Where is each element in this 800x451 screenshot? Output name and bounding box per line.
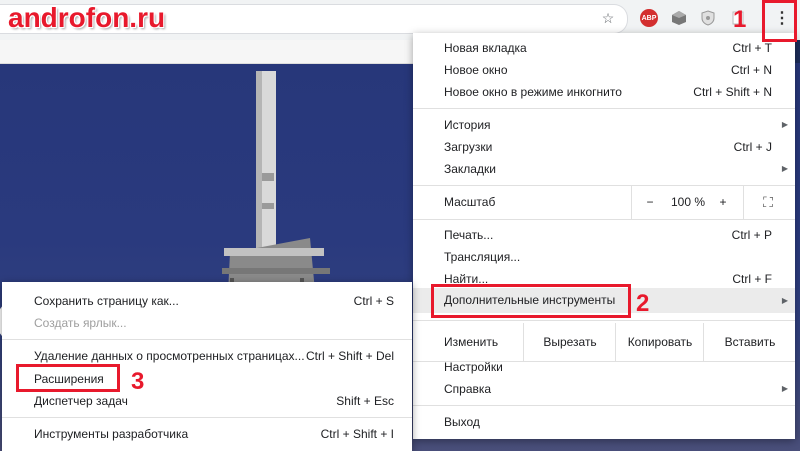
menu-item-history[interactable]: История ▶ — [413, 114, 795, 136]
menu-separator — [2, 417, 412, 418]
submenu-item-label: Диспетчер задач — [34, 394, 128, 408]
menu-item-label: Печать... — [444, 228, 494, 242]
submenu-item-label: Создать ярлык... — [34, 316, 127, 330]
submenu-arrow-icon: ▶ — [781, 296, 788, 305]
submenu-item-shortcut: Ctrl + S — [353, 294, 394, 308]
adblock-label: ABP — [641, 14, 657, 22]
zoom-divider — [743, 185, 744, 219]
submenu-arrow-icon: ▶ — [781, 164, 788, 173]
menu-item-cast[interactable]: Трансляция... — [413, 246, 795, 268]
menu-separator — [413, 320, 795, 321]
submenu-item-shortcut: Ctrl + Shift + Del — [305, 349, 394, 363]
menu-item-label: Настройки — [444, 360, 503, 374]
menu-item-shortcut: Ctrl + Shift + N — [693, 85, 772, 99]
submenu-item-label: Сохранить страницу как... — [34, 294, 179, 308]
annotation-number-2: 2 — [636, 290, 650, 317]
menu-separator — [2, 339, 412, 340]
submenu-item-shortcut: Shift + Esc — [336, 394, 394, 408]
menu-item-settings[interactable]: Настройки — [413, 356, 795, 378]
menu-item-shortcut: Ctrl + P — [731, 228, 772, 242]
zoom-in-button[interactable]: + — [713, 191, 733, 213]
menu-item-new-tab[interactable]: Новая вкладка Ctrl + T — [413, 37, 795, 59]
menu-item-shortcut: Ctrl + F — [732, 272, 772, 286]
menu-item-label: Трансляция... — [444, 250, 521, 264]
menu-item-print[interactable]: Печать... Ctrl + P — [413, 224, 795, 246]
fullscreen-icon[interactable]: ⛶ — [753, 191, 783, 213]
submenu-arrow-icon: ▶ — [781, 384, 788, 393]
menu-item-exit[interactable]: Выход — [413, 411, 795, 433]
menu-separator — [413, 219, 795, 220]
star-icon[interactable]: ☆ — [600, 10, 616, 26]
menu-item-label: История — [444, 118, 491, 132]
menu-item-bookmarks[interactable]: Закладки ▶ — [413, 158, 795, 180]
submenu-item-save-page[interactable]: Сохранить страницу как... Ctrl + S — [2, 290, 412, 312]
menu-item-label: Новое окно в режиме инкогнито — [444, 85, 622, 99]
menu-item-label: Новое окно — [444, 63, 508, 77]
annotation-box-extensions — [16, 364, 120, 392]
submenu-item-dev-tools[interactable]: Инструменты разработчика Ctrl + Shift + … — [2, 423, 412, 445]
shield-icon[interactable] — [700, 10, 716, 26]
submenu-arrow-icon: ▶ — [781, 120, 788, 129]
menu-item-shortcut: Ctrl + J — [733, 140, 772, 154]
zoom-out-button[interactable]: − — [639, 191, 661, 213]
menu-separator — [413, 405, 795, 406]
menu-item-incognito[interactable]: Новое окно в режиме инкогнито Ctrl + Shi… — [413, 81, 795, 103]
submenu-item-shortcut: Ctrl + Shift + I — [320, 427, 394, 441]
zoom-value: 100 % — [670, 195, 706, 209]
chrome-main-menu: Новая вкладка Ctrl + T Новое окно Ctrl +… — [413, 33, 795, 439]
annotation-box-menu — [762, 0, 797, 42]
adblock-icon[interactable]: ABP — [640, 9, 658, 27]
menu-item-shortcut: Ctrl + N — [730, 63, 772, 77]
menu-item-label: Справка — [444, 382, 492, 396]
menu-item-label: Закладки — [444, 162, 496, 176]
menu-separator — [413, 185, 795, 186]
menu-item-label: Новая вкладка — [444, 41, 527, 55]
menu-separator — [413, 108, 795, 109]
menu-item-zoom: Масштаб − 100 % + ⛶ — [413, 185, 795, 219]
menu-item-label: Выход — [444, 415, 480, 429]
submenu-item-create-shortcut[interactable]: Создать ярлык... — [2, 312, 412, 334]
site-watermark: androfon.ru — [8, 2, 166, 33]
zoom-divider — [631, 185, 632, 219]
annotation-number-3: 3 — [131, 368, 145, 395]
annotation-number-1: 1 — [733, 6, 747, 33]
submenu-item-task-manager[interactable]: Диспетчер задач Shift + Esc — [2, 390, 412, 412]
extension-icon[interactable] — [671, 10, 687, 26]
bookmarks-bar — [0, 40, 413, 64]
annotation-box-more-tools — [431, 284, 631, 318]
menu-item-help[interactable]: Справка ▶ — [413, 378, 795, 400]
menu-item-downloads[interactable]: Загрузки Ctrl + J — [413, 136, 795, 158]
submenu-item-label: Инструменты разработчика — [34, 427, 189, 441]
menu-item-label: Масштаб — [444, 195, 496, 209]
menu-item-new-window[interactable]: Новое окно Ctrl + N — [413, 59, 795, 81]
menu-item-label: Загрузки — [444, 140, 493, 154]
